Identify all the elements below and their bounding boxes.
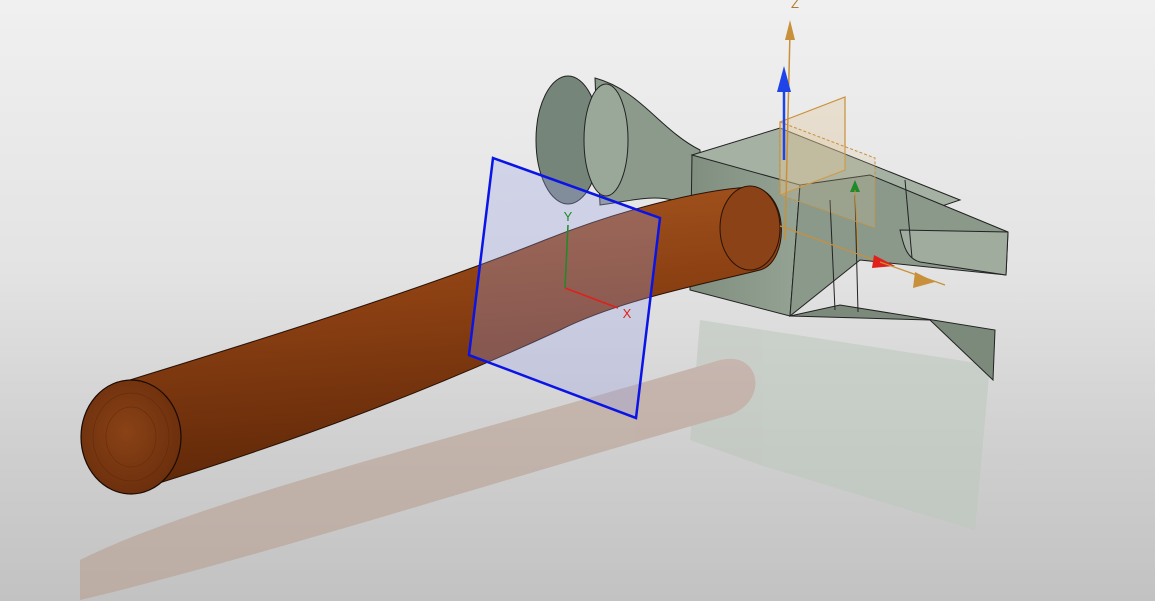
- z-arrow-head[interactable]: [785, 20, 795, 40]
- z-axis-label: Z: [791, 0, 799, 11]
- handle-end-face: [80, 379, 182, 495]
- 3d-viewport[interactable]: Y X Z: [0, 0, 1155, 601]
- x-axis-label: X: [623, 306, 632, 321]
- hammer-model-scene[interactable]: Y X Z: [0, 0, 1155, 601]
- handle-top-cap: [719, 185, 781, 271]
- y-axis-label: Y: [564, 209, 573, 224]
